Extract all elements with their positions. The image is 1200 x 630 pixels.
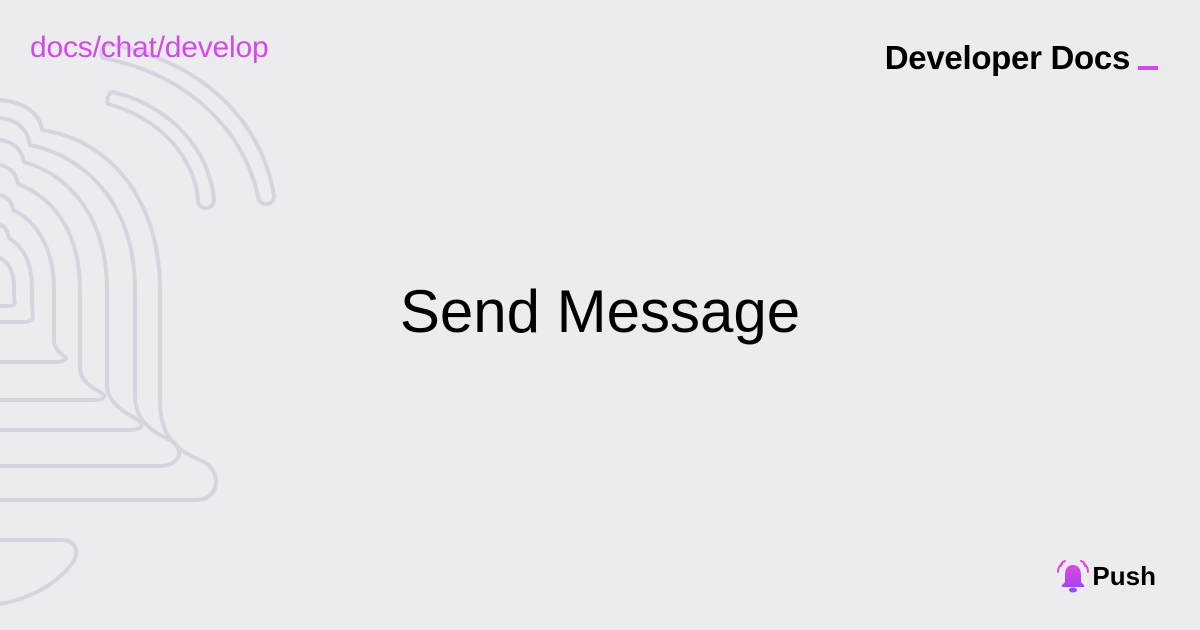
page-title: Send Message [399,278,801,345]
push-logo: Push [1056,558,1156,594]
brand-header: Developer Docs [885,38,1158,78]
brand-title: Developer Docs [884,39,1131,76]
underscore-cursor-icon [1138,66,1158,70]
og-card: docs/chat/develop Developer Docs Send Me… [0,0,1200,630]
logo-text: Push [1092,561,1156,591]
push-bell-icon [1057,560,1090,593]
breadcrumb: docs/chat/develop [30,31,269,64]
